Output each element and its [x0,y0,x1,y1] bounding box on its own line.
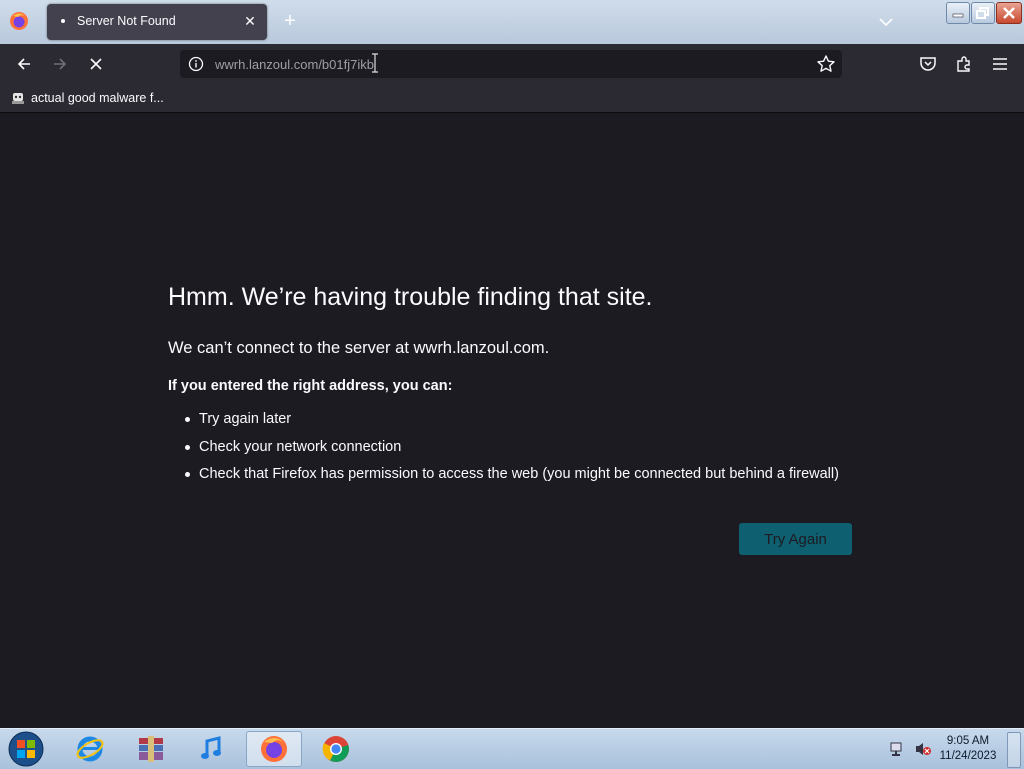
pocket-button[interactable] [916,52,940,76]
url-text[interactable]: wwrh.lanzoul.com/b01fj7ikb [215,57,374,72]
minimize-icon [952,13,964,18]
chevron-down-icon[interactable] [876,12,896,32]
arrow-left-icon [17,58,30,70]
arrow-right-icon [54,58,67,70]
chrome-icon [322,736,349,762]
volume-muted-icon[interactable] [914,741,932,757]
error-page: Hmm. We’re having trouble finding that s… [0,113,1024,728]
tab-server-not-found[interactable]: Server Not Found ✕ [47,4,267,40]
taskbar-itunes[interactable] [184,731,240,767]
itunes-icon [201,736,221,759]
title-bar: Server Not Found ✕ + [0,0,1024,44]
taskbar: 9:05 AM 11/24/2023 [0,728,1024,769]
hamburger-menu-icon [993,58,1007,70]
forward-button[interactable] [48,52,72,76]
taskbar-archive[interactable] [123,731,179,767]
list-item: Check that Firefox has permission to acc… [185,464,839,492]
tab-title: Server Not Found [77,14,176,28]
window-controls [946,2,1022,24]
minimize-button[interactable] [946,2,970,24]
network-icon[interactable] [889,741,907,757]
close-tab-icon[interactable]: ✕ [241,12,259,30]
try-again-button[interactable]: Try Again [739,523,852,555]
close-icon [1003,7,1015,19]
internet-explorer-icon [76,736,104,762]
url-bar[interactable]: wwrh.lanzoul.com/b01fj7ikb [180,50,842,78]
taskbar-chrome[interactable] [308,731,364,767]
taskbar-firefox[interactable] [246,731,302,767]
stop-x-icon [90,58,102,70]
clock-time: 9:05 AM [946,735,990,747]
site-info-icon[interactable] [188,56,204,72]
firefox-icon [261,736,287,762]
taskbar-ie[interactable] [62,731,118,767]
bookmark-favicon-icon [12,93,24,104]
text-cursor-icon [372,53,378,73]
list-item: Try again later [185,409,839,437]
loading-dot-icon [61,19,65,23]
show-desktop-button[interactable] [1007,732,1021,768]
bookmark-label: actual good malware f... [31,91,164,105]
error-long-description: If you entered the right address, you ca… [168,378,453,394]
list-item: Check your network connection [185,437,839,465]
pocket-icon [920,57,936,71]
restore-button[interactable] [971,2,995,24]
new-tab-icon[interactable]: + [278,9,302,33]
firefox-icon[interactable] [9,11,29,31]
back-button[interactable] [12,52,36,76]
menu-button[interactable] [988,52,1012,76]
bookmarks-toolbar: actual good malware f... [0,84,1024,113]
puzzle-icon [957,56,970,72]
bookmark-item[interactable]: actual good malware f... [11,89,164,107]
error-short-description: We can’t connect to the server at wwrh.l… [168,339,550,357]
clock-date: 11/24/2023 [939,750,997,762]
extensions-button[interactable] [952,52,976,76]
close-window-button[interactable] [996,2,1022,24]
stop-button[interactable] [84,52,108,76]
system-clock[interactable]: 9:05 AM 11/24/2023 [933,734,1003,764]
suggestion-list: Try again later Check your network conne… [168,409,839,492]
archive-app-icon [139,736,163,762]
restore-icon [976,7,989,19]
bookmark-star-icon[interactable] [816,54,836,74]
navigation-toolbar: wwrh.lanzoul.com/b01fj7ikb [0,44,1024,84]
start-orb-icon[interactable] [6,730,46,768]
page-title: Hmm. We’re having trouble finding that s… [168,283,653,311]
